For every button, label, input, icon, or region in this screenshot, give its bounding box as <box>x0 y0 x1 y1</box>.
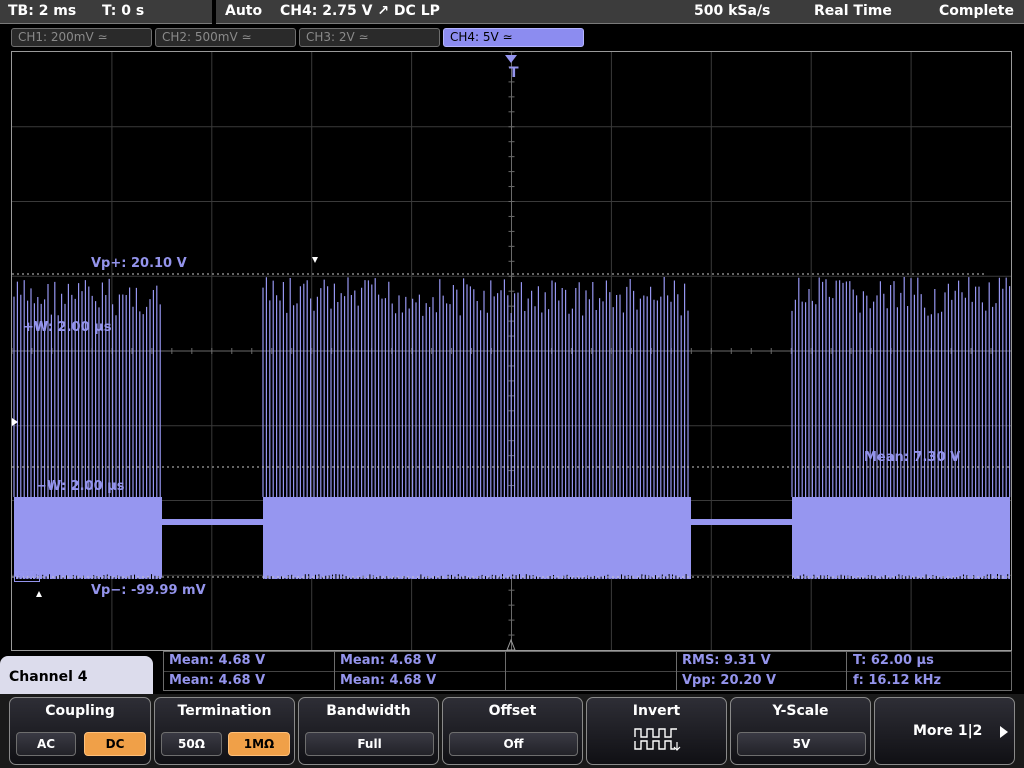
channel-menu-title: Channel 4 <box>0 656 153 696</box>
tab-ch3-label: CH3: 2V ≃ <box>306 30 369 44</box>
status-bar: TB: 2 ms T: 0 s Auto CH4: 2.75 V ↗ DC LP… <box>0 0 1024 24</box>
measurement-column-divider <box>505 652 506 690</box>
trigger-arrow-icon <box>505 55 517 63</box>
cursor-bottom-marker <box>36 591 42 597</box>
tab-ch1[interactable]: CH1: 200mV ≃ <box>11 28 152 47</box>
measurement-row-divider <box>164 671 1011 672</box>
tab-ch1-label: CH1: 200mV ≃ <box>18 30 108 44</box>
more-softkey[interactable]: More 1|2 <box>874 697 1015 765</box>
measurement-column-divider <box>676 652 677 690</box>
meas-period: T: 62.00 µs <box>853 653 934 668</box>
meas-frequency: f: 16.12 kHz <box>853 673 942 688</box>
acquisition-status: Complete <box>939 3 1014 19</box>
trigger-mode: Auto <box>225 3 263 19</box>
coupling-title: Coupling <box>45 703 115 719</box>
meas-r2-c1: Mean: 4.68 V <box>169 673 266 688</box>
trigger-position-marker[interactable]: T <box>509 65 519 81</box>
yscale-value[interactable]: 5V <box>737 732 866 756</box>
tab-ch3[interactable]: CH3: 2V ≃ <box>299 28 440 47</box>
trigger-time-readout: T: 0 s <box>102 3 145 19</box>
acquisition-mode: Real Time <box>814 3 892 19</box>
coupling-softkey[interactable]: Coupling AC DC <box>9 697 151 765</box>
negative-width-label: −W: 2.00 µs <box>36 479 125 494</box>
scope-display[interactable]: T Vp+: 20.10 V Vp−: -99.99 mV +W: 2.00 µ… <box>11 51 1012 651</box>
tab-ch2[interactable]: CH2: 500mV ≃ <box>155 28 296 47</box>
termination-title: Termination <box>177 703 272 719</box>
tab-ch4[interactable]: CH4: 5V ≃ <box>443 28 584 47</box>
ch4-ground-reference[interactable]: CH4 <box>14 570 41 582</box>
bandwidth-title: Bandwidth <box>326 703 411 719</box>
offset-title: Offset <box>488 703 537 719</box>
termination-softkey[interactable]: Termination 50Ω 1MΩ <box>154 697 295 765</box>
meas-vpp: Vpp: 20.20 V <box>682 673 777 688</box>
more-label: More 1|2 <box>913 723 983 739</box>
acquisition-status-box[interactable]: Auto CH4: 2.75 V ↗ DC LP 500 kSa/s Real … <box>216 0 1024 24</box>
vp-plus-label: Vp+: 20.10 V <box>91 256 187 271</box>
bandwidth-value[interactable]: Full <box>305 732 434 756</box>
tab-ch2-label: CH2: 500mV ≃ <box>162 30 252 44</box>
tab-ch4-label: CH4: 5V ≃ <box>450 30 513 44</box>
invert-waveform-icon <box>634 728 681 751</box>
channel-menu-title-text: Channel 4 <box>9 669 88 685</box>
offset-softkey[interactable]: Offset Off <box>442 697 583 765</box>
cursor-top-marker <box>312 257 318 263</box>
ch4-waveform-trace <box>13 277 1011 579</box>
measurement-column-divider <box>334 652 335 690</box>
play-arrow-icon <box>1000 726 1008 738</box>
measurement-table: Mean: 4.68 V Mean: 4.68 V RMS: 9.31 V T:… <box>163 651 1012 691</box>
trigger-settings: CH4: 2.75 V ↗ DC LP <box>280 3 440 19</box>
meas-rms: RMS: 9.31 V <box>682 653 771 668</box>
offset-value[interactable]: Off <box>449 732 578 756</box>
sample-rate: 500 kSa/s <box>694 3 771 19</box>
invert-title: Invert <box>632 703 681 719</box>
bandwidth-softkey[interactable]: Bandwidth Full <box>298 697 439 765</box>
yscale-softkey[interactable]: Y-Scale 5V <box>730 697 871 765</box>
yscale-title: Y-Scale <box>772 703 829 719</box>
coupling-ac-button[interactable]: AC <box>16 732 76 756</box>
meas-r2-c2: Mean: 4.68 V <box>340 673 437 688</box>
meas-r1-c1: Mean: 4.68 V <box>169 653 266 668</box>
idle-level <box>691 519 792 525</box>
coupling-dc-button[interactable]: DC <box>84 732 146 756</box>
vp-minus-label: Vp−: -99.99 mV <box>91 583 206 598</box>
burst-block <box>263 497 691 579</box>
timebase-readout: TB: 2 ms <box>8 3 77 19</box>
meas-r1-c2: Mean: 4.68 V <box>340 653 437 668</box>
burst-block <box>792 497 1010 579</box>
waveform-area <box>12 52 1011 650</box>
termination-50ohm-button[interactable]: 50Ω <box>161 732 222 756</box>
mean-label: Mean: 7.30 V <box>864 450 961 465</box>
measurement-column-divider <box>846 652 847 690</box>
invert-softkey[interactable]: Invert <box>586 697 727 765</box>
burst-block <box>14 497 162 579</box>
positive-width-label: +W: 2.00 µs <box>23 320 112 335</box>
timebase-box[interactable]: TB: 2 ms T: 0 s <box>0 0 212 24</box>
idle-level <box>162 519 263 525</box>
termination-1mohm-button[interactable]: 1MΩ <box>228 732 290 756</box>
